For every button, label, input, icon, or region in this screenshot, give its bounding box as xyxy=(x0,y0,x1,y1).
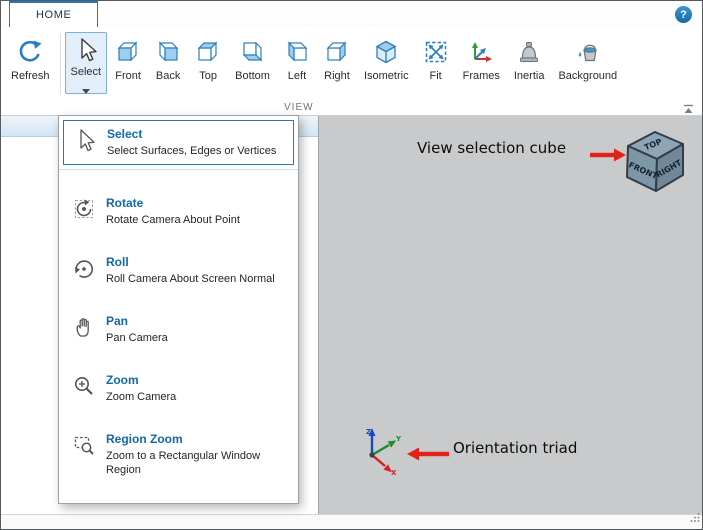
viewport-canvas[interactable]: View selection cube TOP FRONT RIGHT Z Y … xyxy=(319,116,702,515)
menu-item-subtitle: Rotate Camera About Point xyxy=(106,214,240,226)
button-label: Top xyxy=(199,70,217,82)
zoom-icon xyxy=(71,374,97,398)
refresh-button[interactable]: Refresh xyxy=(5,32,56,94)
tab-bar: HOME ? xyxy=(1,1,702,29)
help-button[interactable]: ? xyxy=(675,6,692,23)
refresh-icon xyxy=(17,36,43,68)
triad-x-label: X xyxy=(391,469,397,477)
menu-item-title: Pan xyxy=(106,314,129,328)
back-view-icon xyxy=(155,36,181,68)
menu-item-pan[interactable]: Pan Pan Camera xyxy=(59,310,298,349)
background-icon xyxy=(574,36,602,68)
fit-view-icon xyxy=(423,36,449,68)
button-label: Background xyxy=(558,70,618,82)
roll-icon xyxy=(71,256,97,280)
button-label: Inertia xyxy=(513,70,545,82)
button-label: Frames xyxy=(462,70,500,82)
menu-item-title: Region Zoom xyxy=(106,432,183,446)
select-dropdown-menu: Select Select Surfaces, Edges or Vertice… xyxy=(58,115,299,504)
menu-item-title: Rotate xyxy=(106,196,144,210)
cube-annotation-label: View selection cube xyxy=(417,139,567,157)
menu-item-subtitle: Zoom to a Rectangular Window Region xyxy=(106,450,261,476)
inertia-icon xyxy=(516,36,542,68)
button-label: Isometric xyxy=(363,70,409,82)
front-view-icon xyxy=(115,36,141,68)
button-label: Refresh xyxy=(11,70,50,82)
menu-item-select[interactable]: Select Select Surfaces, Edges or Vertice… xyxy=(63,120,294,165)
triad-y-label: Y xyxy=(395,435,402,443)
frames-button[interactable]: Frames xyxy=(457,32,506,94)
left-view-button[interactable]: Left xyxy=(278,32,316,94)
triad-z-label: Z xyxy=(366,428,371,436)
right-view-icon xyxy=(324,36,350,68)
button-label: Left xyxy=(287,70,307,82)
front-view-button[interactable]: Front xyxy=(109,32,147,94)
button-label: Bottom xyxy=(235,70,270,82)
isometric-view-icon xyxy=(373,36,399,68)
dropdown-caret-icon xyxy=(81,81,90,99)
menu-item-title: Select xyxy=(107,127,143,141)
triad-annotation-arrow xyxy=(407,447,449,461)
pan-hand-icon xyxy=(71,315,97,339)
background-button[interactable]: Background xyxy=(552,32,623,94)
triad-annotation-label: Orientation triad xyxy=(453,439,578,457)
bottom-view-button[interactable]: Bottom xyxy=(229,32,276,94)
top-view-button[interactable]: Top xyxy=(189,32,227,94)
ribbon-separator xyxy=(59,34,61,94)
fit-view-button[interactable]: Fit xyxy=(417,32,455,94)
left-view-icon xyxy=(284,36,310,68)
back-view-button[interactable]: Back xyxy=(149,32,187,94)
status-bar xyxy=(1,513,702,529)
button-label: Right xyxy=(324,70,350,82)
menu-item-title: Zoom xyxy=(106,373,139,387)
ribbon-toolbar: Refresh Select Front Back Top Bottom Lef… xyxy=(1,28,702,101)
menu-item-region-zoom[interactable]: Region Zoom Zoom to a Rectangular Window… xyxy=(59,428,298,481)
application-window: HOME ? Refresh Select Front Back Top Bot… xyxy=(0,0,703,530)
button-label: Select xyxy=(70,66,102,78)
orientation-triad: Z Y X xyxy=(366,428,402,477)
menu-item-subtitle: Zoom Camera xyxy=(106,391,177,403)
button-label: Front xyxy=(115,70,141,82)
view-section-label: VIEW xyxy=(284,102,314,113)
menu-item-subtitle: Roll Camera About Screen Normal xyxy=(106,273,275,285)
isometric-view-button[interactable]: Isometric xyxy=(358,32,415,94)
top-view-icon xyxy=(195,36,221,68)
inertia-button[interactable]: Inertia xyxy=(508,32,551,94)
view-selection-cube[interactable]: TOP FRONT RIGHT xyxy=(616,121,694,197)
resize-grip[interactable] xyxy=(690,509,700,527)
menu-item-zoom[interactable]: Zoom Zoom Camera xyxy=(59,369,298,408)
frames-icon xyxy=(468,36,494,68)
menu-item-rotate[interactable]: Rotate Rotate Camera About Point xyxy=(59,192,298,231)
menu-item-roll[interactable]: Roll Roll Camera About Screen Normal xyxy=(59,251,298,290)
button-label: Fit xyxy=(429,70,442,82)
menu-item-title: Roll xyxy=(106,255,129,269)
menu-item-group: Rotate Rotate Camera About Point Roll Ro… xyxy=(59,170,298,503)
select-cursor-icon xyxy=(72,128,98,154)
select-cursor-icon xyxy=(73,36,99,64)
select-button[interactable]: Select xyxy=(64,32,108,94)
ribbon-section-strip: VIEW xyxy=(1,101,702,116)
tab-home[interactable]: HOME xyxy=(9,1,99,27)
menu-item-subtitle: Select Surfaces, Edges or Vertices xyxy=(107,145,277,157)
button-label: Back xyxy=(155,70,181,82)
right-view-button[interactable]: Right xyxy=(318,32,356,94)
rotate-icon xyxy=(71,197,97,221)
bottom-view-icon xyxy=(240,36,266,68)
menu-item-subtitle: Pan Camera xyxy=(106,332,168,344)
region-zoom-icon xyxy=(71,433,97,457)
